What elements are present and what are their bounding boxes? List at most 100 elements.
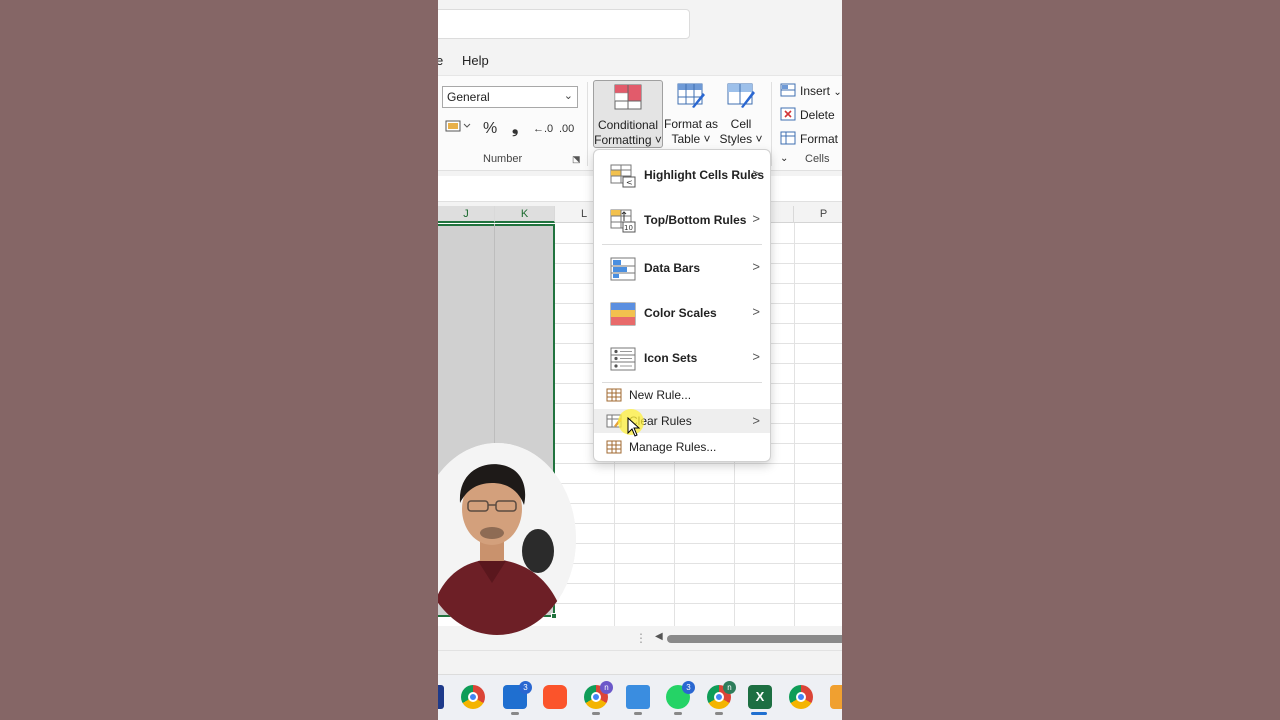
mail-badge: 3 [519, 681, 532, 694]
menu-item-highlight-cells-rules[interactable]: < Highlight Cells Rules > [594, 154, 770, 198]
running-indicator [715, 712, 723, 715]
profile-badge: n [723, 681, 736, 694]
new-rule-icon [606, 388, 622, 402]
chevron-right-icon: > [752, 304, 760, 319]
percent-button[interactable]: % [483, 118, 497, 140]
sheet-tab-splitter-icon[interactable]: ⋮ [635, 631, 647, 645]
highlight-cells-rules-icon: < [610, 164, 636, 188]
chevron-right-icon: > [752, 211, 760, 226]
dialog-launcher-icon[interactable]: ⬔ [572, 154, 581, 165]
running-indicator [634, 712, 642, 715]
chrome-profile-icon[interactable]: n [584, 681, 613, 709]
accounting-format-button[interactable] [445, 118, 471, 140]
menu-label: Icon Sets [644, 351, 698, 365]
svg-text:<: < [626, 178, 633, 187]
chevron-down-icon: ⌄ [833, 87, 842, 98]
chevron-right-icon: > [752, 349, 760, 364]
format-as-table-label-1: Format as [664, 117, 719, 131]
excel-icon[interactable]: X [748, 685, 772, 709]
format-cells-button[interactable]: Format ⌄ [780, 130, 842, 164]
cell-styles-label-2: Styles ˅ [719, 132, 763, 146]
chevron-down-icon: ⌄ [780, 153, 789, 164]
chrome-icon[interactable] [789, 685, 813, 709]
title-bar [438, 0, 842, 46]
group-divider [587, 82, 588, 166]
chrome-profile-2-icon[interactable]: n [707, 681, 736, 709]
cell-styles-button[interactable]: Cell Styles ˅ [719, 80, 763, 148]
menu-item-new-rule[interactable]: New Rule... [594, 383, 770, 407]
format-as-table-button[interactable]: Format as Table ˅ [664, 80, 718, 148]
menu-label: Color Scales [644, 306, 717, 320]
accounting-icon [445, 120, 471, 132]
chevron-down-icon: ⌄ [563, 90, 573, 102]
icon-sets-icon [610, 347, 636, 371]
horizontal-scrollbar-thumb[interactable] [667, 635, 842, 643]
notepad-icon[interactable] [626, 685, 650, 709]
running-indicator [592, 712, 600, 715]
menu-label: New Rule... [629, 388, 692, 402]
cell-styles-icon [727, 83, 755, 108]
conditional-formatting-button[interactable]: Conditional Formatting ˅ [593, 80, 663, 148]
column-header-j[interactable]: J [438, 206, 495, 223]
insert-cells-icon [780, 83, 796, 97]
menu-label: Highlight Cells Rules [644, 168, 765, 182]
chevron-right-icon: > [752, 259, 760, 274]
profile-badge: n [600, 681, 613, 694]
insert-cells-button[interactable]: Insert ⌄ [780, 82, 842, 100]
chevron-right-icon: > [752, 166, 760, 181]
menu-item-top-bottom-rules[interactable]: 10 Top/Bottom Rules > [594, 199, 770, 243]
column-header-p[interactable]: P [794, 206, 842, 223]
app-icon[interactable] [438, 685, 444, 709]
search-box[interactable] [438, 9, 690, 39]
menu-separator [602, 244, 762, 245]
menu-item-data-bars[interactable]: Data Bars > [594, 247, 770, 291]
group-divider [771, 82, 772, 166]
tab-partial[interactable]: e [438, 53, 443, 68]
number-format-select[interactable]: General ⌄ [442, 86, 578, 108]
number-group-label: Number [483, 153, 523, 165]
menu-item-manage-rules[interactable]: Manage Rules... [594, 435, 770, 459]
svg-text:10: 10 [624, 224, 633, 232]
whatsapp-icon[interactable]: 3 [666, 681, 695, 709]
conditional-formatting-icon [614, 84, 642, 110]
brave-icon[interactable] [543, 685, 567, 709]
status-bar [438, 650, 842, 674]
decrease-decimal-button[interactable]: .00 [559, 118, 574, 140]
delete-cells-icon [780, 107, 796, 121]
cell-styles-label-1: Cell [730, 117, 752, 131]
color-scales-icon [610, 302, 636, 326]
number-format-value: General [447, 90, 490, 104]
chrome-icon[interactable] [461, 685, 485, 709]
format-label: Format [800, 132, 839, 146]
menu-label: Manage Rules... [629, 440, 717, 454]
chevron-right-icon: > [752, 413, 760, 428]
delete-cells-button[interactable]: Delete [780, 106, 835, 124]
conditional-formatting-label-1: Conditional [597, 118, 659, 132]
conditional-formatting-label-2: Formatting ˅ [594, 133, 662, 147]
scroll-left-icon[interactable]: ◀ [655, 631, 663, 642]
menu-item-icon-sets[interactable]: Icon Sets > [594, 337, 770, 381]
whatsapp-badge: 3 [682, 681, 695, 694]
format-cells-icon [780, 131, 796, 145]
excel-window: e Help General ⌄ % ❟ ←.0 .00 Number ⬔ Co… [438, 0, 842, 720]
menu-item-color-scales[interactable]: Color Scales > [594, 292, 770, 336]
app-orange-icon[interactable] [830, 685, 842, 709]
mouse-cursor-icon [627, 417, 641, 437]
mail-icon[interactable]: 3 [503, 681, 532, 709]
comma-style-button[interactable]: ❟ [512, 118, 518, 140]
running-indicator [674, 712, 682, 715]
manage-rules-icon [606, 440, 622, 454]
insert-label: Insert [800, 84, 831, 98]
ribbon-tab-bar: e Help [438, 46, 842, 74]
cells-group-label: Cells [805, 153, 830, 165]
delete-label: Delete [800, 108, 835, 122]
menu-label: Data Bars [644, 261, 701, 275]
format-as-table-icon [677, 83, 705, 108]
tab-help[interactable]: Help [462, 53, 489, 68]
column-header-k[interactable]: K [495, 206, 555, 223]
fill-handle[interactable] [551, 613, 557, 619]
data-bars-icon [610, 257, 636, 281]
active-indicator [751, 712, 767, 715]
top-bottom-rules-icon: 10 [610, 209, 636, 233]
increase-decimal-button[interactable]: ←.0 [533, 118, 553, 140]
